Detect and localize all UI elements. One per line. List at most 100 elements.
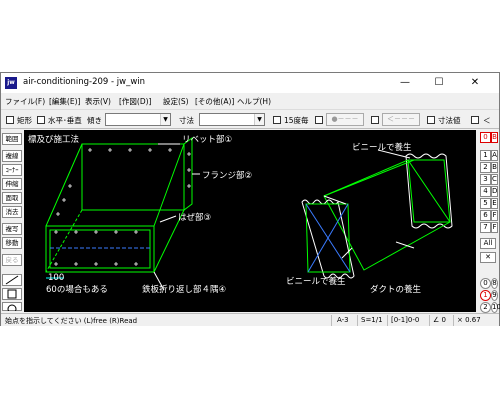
menu-draw[interactable]: [作図(D)] [119, 96, 151, 107]
rect-label: 矩形 [17, 116, 32, 125]
label-duct: ダクトの養生 [370, 284, 422, 295]
group-0[interactable]: 0 [480, 278, 491, 289]
close-button[interactable]: ✕ [459, 73, 491, 93]
layer-2[interactable]: 2 [480, 162, 491, 173]
all-layers-button[interactable]: All [480, 238, 496, 249]
tool-erase[interactable]: 消去 [2, 206, 22, 218]
layer-a[interactable]: A [491, 150, 498, 161]
duct-edge-hidden [45, 209, 83, 273]
tool-corner[interactable]: ｺｰﾅｰ [2, 164, 22, 176]
group-9[interactable]: 9 [491, 290, 498, 301]
dim-label: 寸法 [179, 116, 194, 125]
rect-checkbox[interactable] [6, 116, 14, 124]
layer-value[interactable]: [0-1]0-0 [391, 316, 419, 324]
duct-side-flange [183, 137, 193, 211]
layer-3[interactable]: 3 [480, 174, 491, 185]
chevron-down-icon[interactable]: ▼ [254, 114, 264, 125]
dimval-checkbox[interactable] [427, 116, 435, 124]
layer-e[interactable]: E [491, 198, 498, 209]
title-bar: jw air-conditioning-209 - jw_win — ☐ ✕ [1, 73, 499, 93]
menu-edit[interactable]: [編集(E)] [49, 96, 80, 107]
duct-body [323, 159, 451, 271]
status-divider [331, 315, 332, 326]
tool-copy[interactable]: 複写 [2, 223, 22, 235]
status-divider [429, 315, 430, 326]
layer-b[interactable]: B [491, 162, 498, 173]
tool-range[interactable]: 範囲 [2, 133, 22, 145]
cross-line [307, 203, 349, 273]
label-60: 60の場合もある [46, 284, 108, 295]
layer-f2[interactable]: F [491, 222, 498, 233]
duct-back-frame [81, 143, 185, 211]
status-divider [357, 315, 358, 326]
left-duct-drawing [45, 137, 200, 291]
status-divider [453, 315, 454, 326]
deg15-checkbox[interactable] [273, 116, 281, 124]
tool-chamfer[interactable]: 面取 [2, 192, 22, 204]
chevron-down-icon[interactable]: ▼ [160, 114, 170, 125]
square-icon [7, 289, 17, 299]
zoom-value[interactable]: × 0.67 [457, 316, 481, 324]
drawing-canvas[interactable]: 標及び施工法 リベット部① フランジ部② はぜ部③ 100 60の場合もある 鉄… [24, 130, 476, 312]
layer-4[interactable]: 4 [480, 186, 491, 197]
dimval-label: 寸法値 [438, 116, 461, 125]
close-icon[interactable]: ✕ [480, 252, 496, 263]
layer-group-0[interactable]: 0 [480, 132, 491, 143]
window-title: air-conditioning-209 - jw_win [23, 77, 146, 87]
menu-view[interactable]: 表示(V) [85, 96, 111, 107]
tool-move[interactable]: 移動 [2, 237, 22, 249]
layer-5[interactable]: 5 [480, 198, 491, 209]
menu-help[interactable]: ヘルプ(H) [237, 96, 271, 107]
tool-extend[interactable]: 伸縮 [2, 178, 22, 190]
label-fold: 鉄板折り返し部４隅④ [142, 284, 226, 295]
tilt-combo[interactable]: ▼ [105, 113, 171, 126]
menu-other[interactable]: [その他(A)] [195, 96, 234, 107]
leader-seam [159, 215, 177, 223]
layer-7[interactable]: 7 [480, 222, 491, 233]
label-rivet: リベット部① [182, 134, 232, 145]
tool-rectangle[interactable] [2, 288, 22, 300]
circle-icon [7, 304, 17, 314]
angle-value[interactable]: ∠ 0 [433, 316, 446, 324]
lt-label: ＜ [483, 116, 491, 125]
layer-1[interactable]: 1 [480, 150, 491, 161]
group-10[interactable]: 10 [491, 302, 500, 313]
group-1[interactable]: 1 [480, 290, 491, 301]
minimize-button[interactable]: — [389, 73, 421, 93]
line-icon [5, 275, 19, 285]
layer-b-marker[interactable]: B [491, 132, 498, 143]
tool-line[interactable] [2, 274, 22, 286]
point-button[interactable]: ●－－－ [326, 113, 364, 126]
duct-edge [45, 143, 83, 227]
tool-offset[interactable]: 複線 [2, 150, 22, 162]
status-bar: 始点を指示してください (L)free (R)Read A-3 S=1/1 [0… [1, 313, 499, 326]
btn1-checkbox[interactable] [315, 116, 323, 124]
paper-size[interactable]: A-3 [337, 316, 349, 324]
layer-c[interactable]: C [491, 174, 498, 185]
btn2-checkbox[interactable] [371, 116, 379, 124]
duct-front-inner [49, 229, 151, 269]
layer-6[interactable]: 6 [480, 210, 491, 221]
tool-circle[interactable] [2, 302, 22, 314]
lt-checkbox[interactable] [471, 116, 479, 124]
hv-checkbox[interactable] [37, 116, 45, 124]
dim-combo[interactable]: ▼ [199, 113, 265, 126]
status-message: 始点を指示してください (L)free (R)Read [5, 317, 138, 325]
left-toolbar: 範囲 複線 ｺｰﾅｰ 伸縮 面取 消去 複写 移動 戻る [1, 130, 23, 314]
layer-f[interactable]: F [491, 210, 498, 221]
label-seam: はぜ部③ [178, 212, 211, 223]
hv-label: 水平･垂直 [48, 116, 82, 125]
tilt-label: 傾き [87, 116, 102, 125]
label-vinyl-top: ビニールで養生 [352, 142, 412, 153]
group-8[interactable]: 8 [491, 278, 498, 289]
arrow-button[interactable]: ＜－－－ [382, 113, 420, 126]
group-2[interactable]: 2 [480, 302, 491, 313]
menu-settings[interactable]: 設定(S) [163, 96, 189, 107]
scale-value[interactable]: S=1/1 [361, 316, 383, 324]
layer-d[interactable]: D [491, 186, 498, 197]
menu-file[interactable]: ファイル(F) [5, 96, 45, 107]
duct-front-flange [45, 225, 155, 273]
maximize-button[interactable]: ☐ [423, 73, 455, 93]
toolbar: 矩形 水平･垂直 傾き ▼ 寸法 ▼ 15度毎 ●－－－ ＜－－－ 寸法値 ＜ [1, 109, 499, 129]
tool-undo[interactable]: 戻る [2, 254, 22, 266]
